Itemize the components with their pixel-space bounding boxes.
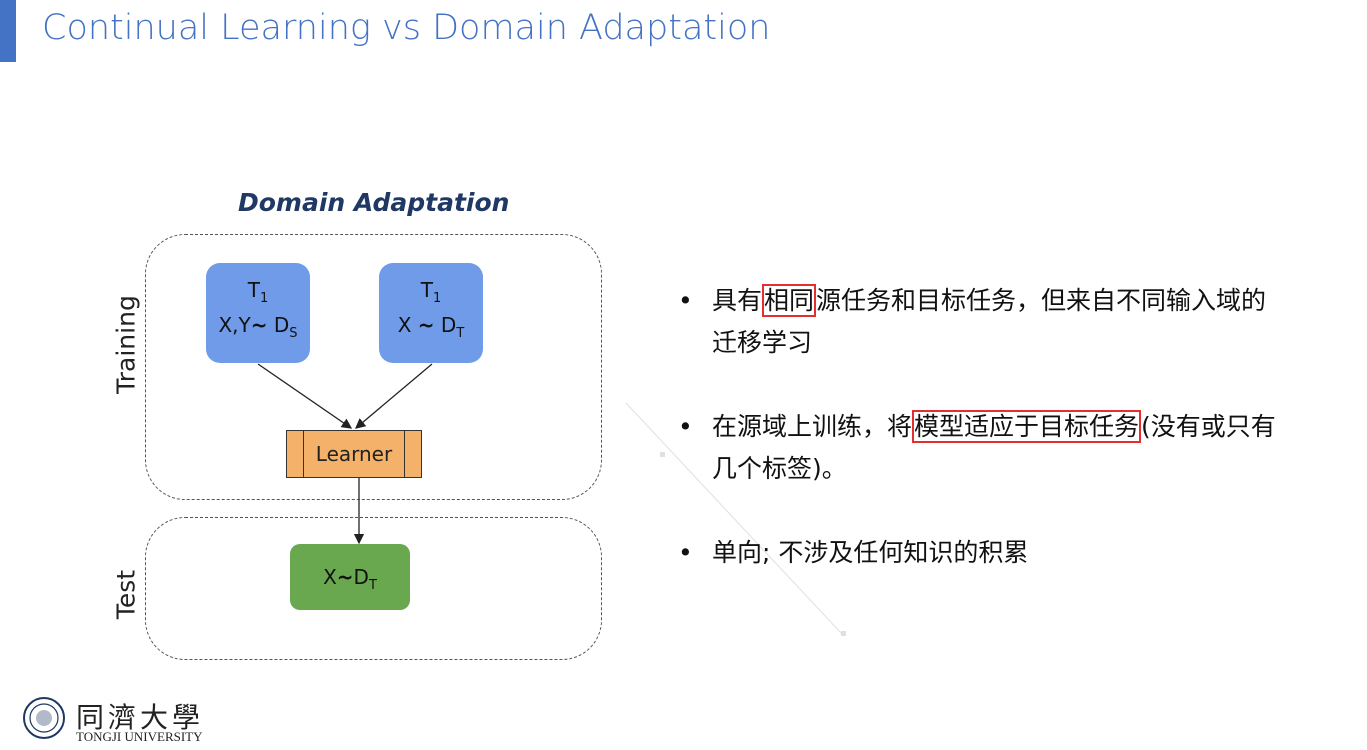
arrow-target-to-learner (355, 363, 433, 429)
bullet-item: • 具有相同源任务和目标任务，但来自不同输入域的迁移学习 (678, 284, 1267, 357)
university-seal-icon (23, 697, 65, 739)
bullet-item: • 在源域上训练，将模型适应于目标任务(没有或只有几个标签)。 (678, 410, 1276, 483)
bullet-item: • 单向; 不涉及任何知识的积累 (678, 538, 1029, 567)
decorative-dot (660, 452, 665, 457)
highlight-box: 相同 (762, 284, 817, 317)
highlight-box: 模型适应于目标任务 (912, 410, 1142, 443)
decorative-dot (841, 631, 846, 636)
university-name-en: TONGJI UNIVERSITY (76, 729, 203, 744)
bullet-list: • 具有相同源任务和目标任务，但来自不同输入域的迁移学习 • 在源域上训练，将模… (678, 280, 1278, 616)
arrow-source-to-learner (257, 363, 353, 429)
